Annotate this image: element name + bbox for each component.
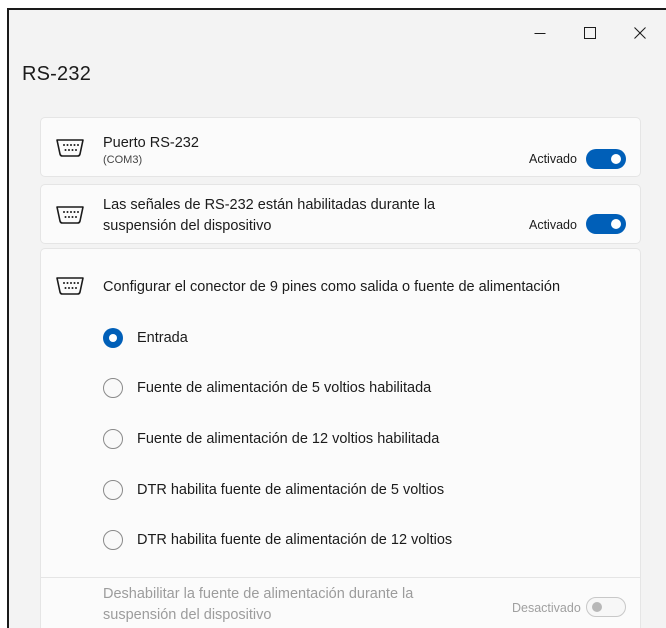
minimize-icon (534, 33, 546, 34)
radio-label: Fuente de alimentación de 12 voltios hab… (137, 431, 440, 447)
setting-title: Configurar el conector de 9 pines como s… (103, 279, 561, 295)
radio-button[interactable] (103, 530, 123, 550)
page-title: RS-232 (22, 63, 92, 85)
radio-option-entrada[interactable]: Entrada (103, 326, 188, 350)
setting-subtitle: (COM3) (103, 154, 143, 166)
setting-card-signals-during-sleep: Las señales de RS-232 están habilitadas … (40, 184, 641, 244)
serial-port-icon (56, 277, 84, 295)
close-icon (634, 27, 646, 39)
toggle-state-label: Activado (529, 218, 577, 232)
radio-button[interactable] (103, 328, 123, 348)
toggle-knob (611, 219, 621, 229)
radio-option-12v[interactable]: Fuente de alimentación de 12 voltios hab… (103, 427, 439, 451)
toggle-knob (611, 154, 621, 164)
setting-card-connector-config: Configurar el conector de 9 pines como s… (40, 248, 641, 628)
radio-label: DTR habilita fuente de alimentación de 5… (137, 482, 445, 498)
toggle-state-label: Activado (529, 152, 577, 166)
radio-button[interactable] (103, 378, 123, 398)
serial-port-icon (56, 139, 84, 157)
radio-button[interactable] (103, 429, 123, 449)
toggle-state-label: Desactivado (512, 601, 581, 615)
settings-window: RS-232 Puerto RS-232 (COM3) Activado Las… (7, 8, 666, 628)
divider (41, 577, 640, 578)
rs232-port-toggle[interactable] (586, 149, 626, 169)
maximize-button[interactable] (565, 10, 615, 56)
setting-title: Las señales de RS-232 están habilitadas … (103, 197, 436, 234)
radio-option-5v[interactable]: Fuente de alimentación de 5 voltios habi… (103, 376, 431, 400)
toggle-knob (592, 602, 602, 612)
signals-during-sleep-toggle[interactable] (586, 214, 626, 234)
disable-power-during-sleep-toggle (586, 597, 626, 617)
serial-port-icon (56, 206, 84, 224)
disabled-setting-title: Deshabilitar la fuente de alimentación d… (103, 586, 414, 623)
radio-button[interactable] (103, 480, 123, 500)
maximize-icon (584, 27, 596, 39)
setting-card-rs232-port: Puerto RS-232 (COM3) Activado (40, 117, 641, 177)
radio-label: Fuente de alimentación de 5 voltios habi… (137, 380, 432, 396)
radio-label: DTR habilita fuente de alimentación de 1… (137, 532, 453, 548)
minimize-button[interactable] (515, 10, 565, 56)
radio-label: Entrada (137, 330, 188, 346)
title-bar (9, 10, 666, 56)
radio-option-dtr-12v[interactable]: DTR habilita fuente de alimentación de 1… (103, 528, 452, 552)
close-button[interactable] (615, 10, 665, 56)
radio-option-dtr-5v[interactable]: DTR habilita fuente de alimentación de 5… (103, 478, 444, 502)
setting-title: Puerto RS-232 (103, 135, 199, 151)
